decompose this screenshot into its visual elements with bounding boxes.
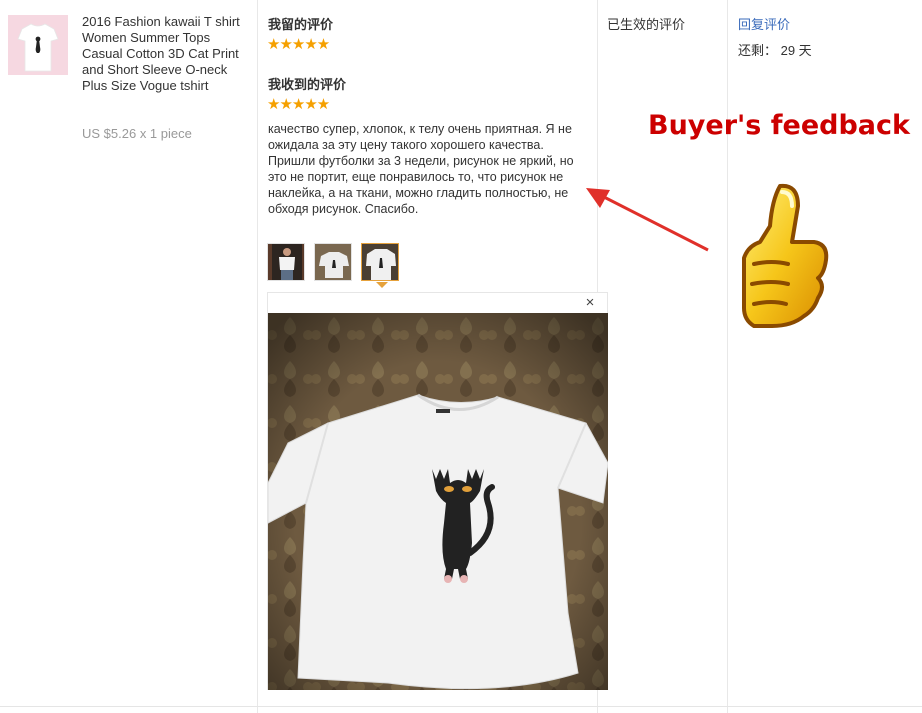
review-photo-thumb-3[interactable] <box>361 243 399 281</box>
row-divider <box>0 706 922 707</box>
column-divider <box>727 0 728 713</box>
product-price: US $5.26 x 1 piece <box>82 126 192 141</box>
review-photo-thumb-1[interactable] <box>267 243 305 281</box>
reply-review-link[interactable]: 回复评价 <box>738 14 790 33</box>
product-title[interactable]: 2016 Fashion kawaii T shirt Women Summer… <box>82 14 250 94</box>
remaining-days: 还剩： 29 天 <box>738 43 812 58</box>
received-review-stars: ★★★★★ <box>267 96 330 113</box>
my-review-heading: 我留的评价 <box>268 18 334 33</box>
my-review-stars: ★★★★★ <box>267 36 330 53</box>
received-review-heading: 我收到的评价 <box>268 78 347 93</box>
close-icon[interactable]: × <box>583 295 597 310</box>
review-status: 已生效的评价 <box>607 17 686 32</box>
arrow-icon <box>586 188 709 252</box>
annotation-label: Buyer's feedback <box>648 110 910 141</box>
review-photo-large[interactable] <box>268 313 608 690</box>
review-text: качество супер, хлопок, к телу очень при… <box>268 122 574 216</box>
product-thumbnail[interactable] <box>8 15 68 75</box>
column-divider <box>257 0 258 713</box>
review-photo-thumb-2[interactable] <box>314 243 352 281</box>
active-thumb-pointer <box>376 282 388 288</box>
thumbs-up-icon <box>742 183 829 328</box>
